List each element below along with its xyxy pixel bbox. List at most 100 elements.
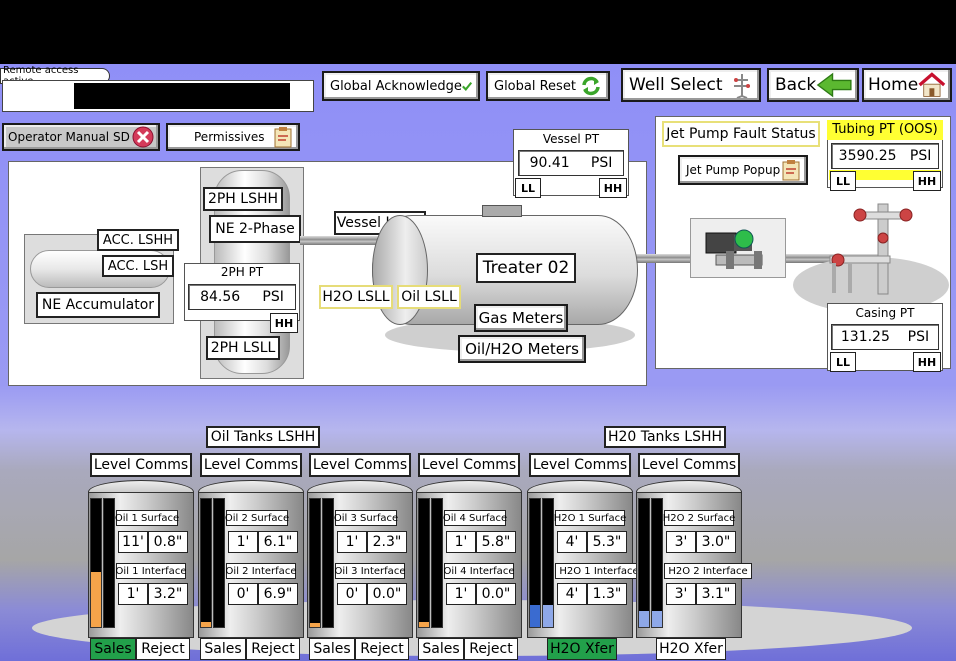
tank-reject-button[interactable]: Reject [136, 638, 190, 660]
tank-interface-bar [322, 498, 334, 628]
global-acknowledge-label: Global Acknowledge [330, 78, 462, 94]
level-comms-button[interactable]: Level Comms [418, 453, 520, 477]
tank-surface-inches: 3.0" [696, 531, 736, 553]
tank-interface-bar [651, 498, 663, 628]
global-acknowledge-button[interactable]: Global Acknowledge [322, 71, 480, 101]
well-select-button[interactable]: Well Select [621, 68, 761, 102]
level-comms-button[interactable]: Level Comms [638, 453, 740, 477]
vessel-pt-ll-alarm[interactable]: LL [515, 178, 541, 198]
tank-interface-feet: 4' [557, 583, 587, 605]
tank-surface-inches: 5.3" [587, 531, 627, 553]
vessel-pt-hh-alarm[interactable]: HH [599, 178, 627, 198]
tubing-pt-ll-alarm[interactable]: LL [830, 171, 856, 191]
tubing-pt-label: Tubing PT (OOS) [827, 120, 943, 140]
jet-pump-icon [705, 229, 763, 269]
vessel-pt-unit: PSI [590, 155, 613, 171]
tank-sales-button[interactable]: Sales [90, 638, 136, 660]
pipe-treater-to-pump [636, 254, 694, 263]
back-label: Back [775, 75, 817, 95]
tank-interface-label: H2O 2 Interface [664, 563, 752, 579]
clipboard-icon [782, 160, 800, 181]
h2o-tanks-lshh-label[interactable]: H20 Tanks LSHH [604, 426, 726, 448]
well-select-label: Well Select [629, 75, 723, 95]
two-phase-lshh-label[interactable]: 2PH LSHH [203, 187, 283, 211]
casing-pt-label: Casing PT [855, 306, 915, 320]
tank-interface-bar [431, 498, 443, 628]
tank-interface-label: Oil 2 Interface [226, 563, 296, 579]
casing-pt-unit: PSI [907, 329, 930, 345]
tank-interface-feet: 1' [446, 583, 476, 605]
tank-surface-label: Oil 4 Surface [443, 510, 507, 526]
wellhead-tree-icon [829, 203, 913, 295]
casing-pt-value: 131.25 PSI [831, 324, 939, 350]
oil-h2o-meters-button[interactable]: Oil/H2O Meters [458, 335, 586, 363]
jet-pump-popup-button[interactable]: Jet Pump Popup [678, 155, 808, 185]
casing-pt-hh-alarm[interactable]: HH [913, 352, 941, 372]
tank-interface-inches: 3.2" [148, 583, 188, 605]
tank-surface-feet: 1' [228, 531, 258, 553]
tank-interface-feet: 0' [337, 583, 367, 605]
tank-surface-inches: 0.8" [148, 531, 188, 553]
casing-pt-ll-alarm[interactable]: LL [830, 352, 856, 372]
tank-reject-button[interactable]: Reject [246, 638, 300, 660]
tank-surface-label: Oil 2 Surface [225, 510, 289, 526]
checkmark-icon [461, 81, 472, 91]
oil-tanks-lshh-label[interactable]: Oil Tanks LSHH [206, 426, 320, 448]
tubing-pt-unit: PSI [909, 148, 932, 164]
two-phase-pt-value: 84.56 PSI [188, 284, 296, 310]
clipboard-icon [274, 127, 292, 148]
tank-sales-button[interactable]: Sales [418, 638, 464, 660]
tank-level-fill [310, 623, 320, 627]
treater-name: Treater 02 [476, 253, 576, 283]
permissives-button[interactable]: Permissives [166, 123, 300, 151]
tank-level-bar [529, 498, 541, 628]
home-label: Home [868, 75, 919, 95]
tank-surface-feet: 3' [666, 531, 696, 553]
back-arrow-icon [816, 72, 852, 98]
tank-h2o-xfer-button[interactable]: H2O Xfer [547, 638, 617, 660]
tank-interface-inches: 6.9" [258, 583, 298, 605]
tank-sales-button[interactable]: Sales [309, 638, 355, 660]
gas-meters-button[interactable]: Gas Meters [474, 304, 568, 332]
tubing-pt-number: 3590.25 [838, 148, 897, 164]
two-phase-lsll-label[interactable]: 2PH LSLL [206, 336, 280, 360]
back-button[interactable]: Back [767, 68, 859, 102]
tubing-pt-hh-alarm[interactable]: HH [913, 171, 941, 191]
level-comms-button[interactable]: Level Comms [90, 453, 192, 477]
two-phase-pt-unit: PSI [262, 289, 284, 305]
tank-sales-button[interactable]: Sales [200, 638, 246, 660]
global-reset-button[interactable]: Global Reset [486, 71, 610, 101]
tank-interface-bar [103, 498, 115, 628]
tank-level-fill [639, 611, 649, 627]
oil-lsll-label[interactable]: Oil LSLL [397, 285, 461, 309]
two-phase-hh-alarm[interactable]: HH [270, 313, 298, 333]
tank-interface-bar [213, 498, 225, 628]
tank-surface-inches: 2.3" [367, 531, 407, 553]
tank-reject-button[interactable]: Reject [464, 638, 518, 660]
level-comms-button[interactable]: Level Comms [309, 453, 411, 477]
jet-pump-fault-status-label[interactable]: Jet Pump Fault Status [662, 121, 820, 147]
operator-manual-sd-button[interactable]: Operator Manual SD [2, 123, 160, 151]
tank-level-fill [201, 622, 211, 627]
tank-surface-inches: 6.1" [258, 531, 298, 553]
tank-level-bar [309, 498, 321, 628]
tank-interface-fill [652, 611, 662, 627]
two-phase-pt-number: 84.56 [200, 289, 241, 305]
tank-interface-feet: 1' [118, 583, 148, 605]
tank-reject-button[interactable]: Reject [355, 638, 409, 660]
level-comms-button[interactable]: Level Comms [529, 453, 631, 477]
casing-pt-number: 131.25 [840, 329, 890, 345]
acc-lsh-label[interactable]: ACC. LSH [102, 255, 174, 277]
tank-interface-label: H2O 1 Interface [555, 563, 643, 579]
tank-h2o-xfer-button[interactable]: H2O Xfer [656, 638, 726, 660]
vessel-pt-value: 90.41 PSI [518, 150, 624, 176]
tank-level-fill [419, 622, 429, 627]
level-comms-button[interactable]: Level Comms [200, 453, 302, 477]
home-button[interactable]: Home [862, 68, 952, 102]
tank-level-bar [418, 498, 430, 628]
h2o-lsll-label[interactable]: H2O LSLL [319, 285, 393, 309]
tank-surface-label: Oil 3 Surface [334, 510, 398, 526]
tank-interface-feet: 3' [666, 583, 696, 605]
acc-lshh-label[interactable]: ACC. LSHH [97, 229, 179, 251]
tank-interface-inches: 0.0" [476, 583, 516, 605]
